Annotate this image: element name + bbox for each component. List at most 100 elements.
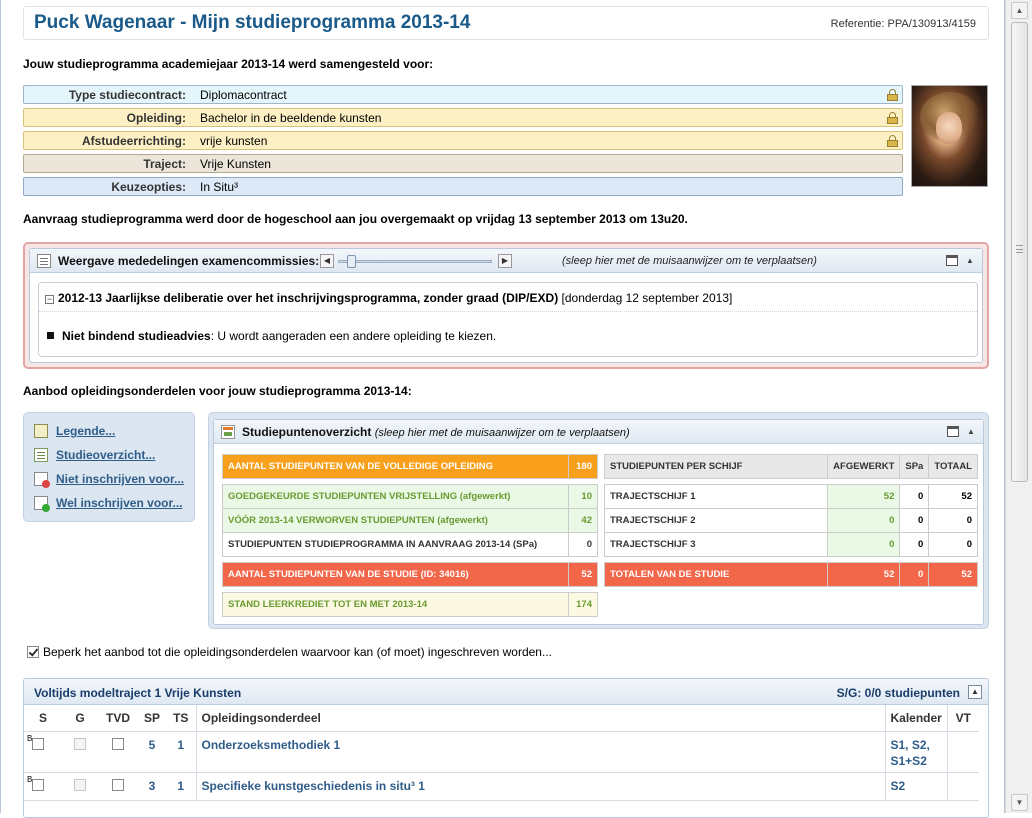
collapse-up-icon[interactable]: ▲ <box>968 685 982 699</box>
exam-notices-inner: Weergave mededelingen examencommissies: … <box>29 248 983 363</box>
model-trajectory-panel: Voltijds modeltraject 1 Vrije Kunsten S/… <box>23 678 989 818</box>
credits-row-earned-before: VÓÓR 2013-14 VERWORVEN STUDIEPUNTEN (afg… <box>222 508 598 533</box>
zoom-slider-track[interactable] <box>338 260 492 263</box>
select-checkbox[interactable] <box>32 778 45 791</box>
filter-checkbox-label[interactable]: Beperk het aanbod tot die opleidingsonde… <box>43 645 552 659</box>
totals-spa: 0 <box>899 562 930 587</box>
course-calendar: S2 <box>884 772 947 801</box>
trajectory-header-row: S G TVD SP TS Opleidingsonderdeel Kalend… <box>24 705 979 732</box>
info-label: Afstudeerrichting: <box>81 134 186 148</box>
credits-row-exemption: GOEDGEKEURDE STUDIEPUNTEN VRIJSTELLING (… <box>222 484 598 509</box>
row-label: GOEDGEKEURDE STUDIEPUNTEN VRIJSTELLING (… <box>222 484 569 509</box>
info-row-contract-type: Type studiecontract: Diplomacontract <box>23 85 903 104</box>
cell-s: B <box>24 772 62 801</box>
advice-label: Niet bindend studieadvies <box>62 329 211 343</box>
window-icon[interactable] <box>946 255 958 266</box>
row-value: 180 <box>568 454 598 479</box>
notices-icon <box>37 254 51 268</box>
scroll-down-arrow-icon[interactable]: ▼ <box>1011 794 1028 811</box>
slice-spa: 0 <box>899 508 930 533</box>
info-value: In Situ³ <box>200 180 239 194</box>
totals-completed: 52 <box>827 562 901 587</box>
totals-label: TOTALEN VAN DE STUDIE <box>603 562 829 587</box>
col-course: Opleidingsonderdeel <box>195 705 885 732</box>
do-enroll-link-label[interactable]: Wel inschrijven voor... <box>56 496 183 510</box>
exam-notices-header[interactable]: Weergave mededelingen examencommissies: … <box>30 249 982 273</box>
calendar-line: S1, S2, <box>890 737 930 752</box>
b-marker: B <box>27 733 33 743</box>
credits-row-requested: STUDIEPUNTEN STUDIEPROGRAMMA IN AANVRAAG… <box>222 532 598 557</box>
tvd-checkbox[interactable] <box>112 737 124 750</box>
col-header-completed: AFGEWERKT <box>827 454 901 479</box>
filter-checkbox[interactable] <box>27 646 39 658</box>
slice-total: 52 <box>928 484 978 509</box>
slider-left-button[interactable]: ◀ <box>320 254 334 268</box>
collapse-caret-icon[interactable]: ▲ <box>965 426 977 437</box>
info-row-program: Opleiding: Bachelor in de beeldende kuns… <box>23 108 903 127</box>
col-calendar: Kalender <box>884 705 947 732</box>
credits-totals-row: TOTALEN VAN DE STUDIE 52 0 52 <box>603 562 978 587</box>
page-title: Puck Wagenaar - Mijn studieprogramma 201… <box>34 12 471 33</box>
page: Puck Wagenaar - Mijn studieprogramma 201… <box>0 0 1005 818</box>
slice-total: 0 <box>928 532 978 557</box>
vertical-scrollbar[interactable]: ▲ ▼ <box>1005 0 1032 813</box>
lock-icon <box>887 112 898 124</box>
info-row-specialization: Afstudeerrichting: vrije kunsten <box>23 131 903 150</box>
cell-tvd <box>98 731 138 773</box>
legend-icon <box>34 424 48 438</box>
course-link[interactable]: Specifieke kunstgeschiedenis in situ³ 1 <box>195 772 885 801</box>
title-bar: Puck Wagenaar - Mijn studieprogramma 201… <box>23 6 989 40</box>
calendar-line: S2 <box>890 778 906 793</box>
scroll-up-arrow-icon[interactable]: ▲ <box>1011 2 1028 19</box>
g-checkbox <box>74 737 86 750</box>
notice-date: [donderdag 12 september 2013] <box>561 291 733 305</box>
row-value: 174 <box>568 592 598 617</box>
credits-row-learning-credit: STAND LEERKREDIET TOT EN MET 2013-14 174 <box>222 592 598 617</box>
scroll-thumb[interactable] <box>1011 22 1028 482</box>
credits-header[interactable]: Studiepuntenoverzicht (sleep hier met de… <box>214 420 983 444</box>
info-label: Traject: <box>143 157 186 171</box>
exam-notices-panel: Weergave mededelingen examencommissies: … <box>23 242 989 369</box>
legend-link-label[interactable]: Legende... <box>56 424 115 438</box>
credits-icon <box>221 425 235 439</box>
row-label: STAND LEERKREDIET TOT EN MET 2013-14 <box>222 592 569 617</box>
select-checkbox[interactable] <box>32 737 45 750</box>
slice-completed: 0 <box>827 532 901 557</box>
side-links-box: Legende... Studieoverzicht... Niet insch… <box>23 412 195 522</box>
tvd-checkbox[interactable] <box>112 778 124 791</box>
row-label: VÓÓR 2013-14 VERWORVEN STUDIEPUNTEN (afg… <box>222 508 569 533</box>
credits-hint: (sleep hier met de muisaanwijzer om te v… <box>374 427 630 439</box>
study-overview-icon <box>34 448 48 462</box>
window-icon[interactable] <box>947 426 959 437</box>
info-value: Vrije Kunsten <box>200 157 271 171</box>
course-calendar: S1, S2, S1+S2 <box>884 731 947 773</box>
drag-hint: (sleep hier met de muisaanwijzer om te v… <box>562 255 817 267</box>
collapse-icon[interactable]: − <box>45 295 54 304</box>
info-label: Keuzeopties: <box>111 180 186 194</box>
slice-spa: 0 <box>899 484 930 509</box>
collapse-caret-icon[interactable]: ▲ <box>964 255 976 266</box>
bullet-icon <box>47 332 54 339</box>
calendar-line: S1+S2 <box>890 753 927 768</box>
advice-text: : U wordt aangeraden een andere opleidin… <box>210 329 497 343</box>
row-value: 10 <box>568 484 598 509</box>
credits-title-line: Studiepuntenoverzicht (sleep hier met de… <box>242 425 630 439</box>
totals-total: 52 <box>928 562 978 587</box>
study-overview-link-label[interactable]: Studieoverzicht... <box>56 448 155 462</box>
slice-completed: 52 <box>827 484 901 509</box>
course-link[interactable]: Onderzoeksmethodiek 1 <box>195 731 885 773</box>
row-label: AANTAL STUDIEPUNTEN VAN DE VOLLEDIGE OPL… <box>222 454 569 479</box>
info-row-track: Traject: Vrije Kunsten <box>23 154 903 173</box>
slice-label: TRAJECTSCHIJF 2 <box>603 508 829 533</box>
trajectory-credits: S/G: 0/0 studiepunten <box>836 686 960 700</box>
filter-checkbox-row[interactable]: Beperk het aanbod tot die opleidingsonde… <box>27 645 552 659</box>
request-date-text: Aanvraag studieprogramma werd door de ho… <box>23 212 688 226</box>
slice-completed: 0 <box>827 508 901 533</box>
student-photo <box>911 85 988 187</box>
zoom-slider-thumb[interactable] <box>347 255 357 268</box>
credits-slice-row: TRAJECTSCHIJF 3 0 0 0 <box>603 532 978 557</box>
row-value: 0 <box>568 532 598 557</box>
slider-right-button[interactable]: ▶ <box>498 254 512 268</box>
do-not-enroll-link-label[interactable]: Niet inschrijven voor... <box>56 472 184 486</box>
do-not-enroll-icon <box>34 472 50 488</box>
